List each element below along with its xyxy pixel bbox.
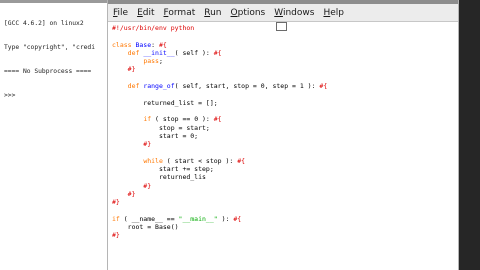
text-cursor-box xyxy=(276,22,287,31)
code-token: #{ xyxy=(319,82,328,91)
code-line: #} xyxy=(112,190,458,198)
code-line: def range_of( self, start, stop = 0, ste… xyxy=(112,82,458,90)
code-token: #{ xyxy=(158,40,167,49)
code-token: #} xyxy=(112,189,136,198)
code-line: #} xyxy=(112,198,458,206)
code-token: class xyxy=(112,40,136,49)
code-token: == 0 ): xyxy=(182,115,214,124)
code-line: if ( __name__ == "__main__" ): #{ xyxy=(112,215,458,223)
code-token: if xyxy=(143,115,152,124)
menu-format[interactable]: Format xyxy=(163,7,197,19)
shell-line: [GCC 4.6.2] on linux2 xyxy=(4,20,84,27)
code-line: if ( stop == 0 ): #{ xyxy=(112,115,458,123)
code-token: Base xyxy=(135,40,152,49)
menu-label: ile xyxy=(117,7,129,18)
code-token: ): xyxy=(217,214,234,223)
menu-label: ormat xyxy=(168,7,196,18)
code-token: #} xyxy=(112,65,136,74)
code-line: pass; xyxy=(112,57,458,65)
code-line: def __init__( self ): #{ xyxy=(112,49,458,57)
shell-line: Type "copyright", "credi xyxy=(4,44,95,51)
code-token: start += step; xyxy=(112,165,214,174)
code-token: root = Base() xyxy=(112,223,179,232)
code-token: returned_list = []; xyxy=(112,98,218,107)
menu-windows[interactable]: Windows xyxy=(273,7,315,19)
code-token: ; xyxy=(158,57,163,66)
code-token: #{ xyxy=(237,156,246,165)
menu-bar: File Edit Format Run Options Windows Help xyxy=(108,4,458,22)
menu-mnemonic: W xyxy=(274,7,283,18)
menu-file[interactable]: File xyxy=(112,7,129,19)
code-token: start = 0; xyxy=(112,131,199,140)
code-line: start += step; xyxy=(112,165,458,173)
code-token: #} xyxy=(112,198,120,207)
code-token: __init__ xyxy=(143,48,175,57)
code-line: while ( start < stop ): #{ xyxy=(112,157,458,165)
menu-mnemonic: O xyxy=(230,7,238,18)
menu-options[interactable]: Options xyxy=(230,7,267,19)
idle-editor-window: File Edit Format Run Options Windows Help #!/u… xyxy=(107,0,459,270)
code-token: #} xyxy=(112,231,120,240)
code-line: returned_lis xyxy=(112,173,458,181)
code-line: root = Base() xyxy=(112,223,458,231)
code-line: #} xyxy=(112,182,458,190)
code-token: def xyxy=(127,48,144,57)
code-token: ( stop xyxy=(151,115,183,124)
code-token: returned_lis xyxy=(112,173,206,182)
code-line: #} xyxy=(112,140,458,148)
code-token: : xyxy=(151,40,159,49)
code-token: ( __name__ == xyxy=(119,214,179,223)
shell-line: ==== No Subprocess ==== xyxy=(4,68,92,75)
desktop-background-strip xyxy=(458,0,480,270)
code-line: #} xyxy=(112,231,458,239)
menu-label: un xyxy=(210,7,222,18)
shell-output[interactable]: [GCC 4.6.2] on linux2 Type "copyright", … xyxy=(0,3,112,116)
menu-label: ptions xyxy=(237,7,266,18)
code-token: ( self ): xyxy=(174,48,214,57)
menu-label: elp xyxy=(330,7,344,18)
code-token: def xyxy=(127,82,144,91)
code-token: ( start < stop ): xyxy=(162,156,238,165)
code-token: range_of xyxy=(143,82,175,91)
code-line: returned_list = []; xyxy=(112,99,458,107)
code-token: while xyxy=(143,156,163,165)
menu-run[interactable]: Run xyxy=(203,7,222,19)
code-token: if xyxy=(112,214,120,223)
code-line: class Base: #{ xyxy=(112,41,458,49)
code-token: #} xyxy=(112,181,152,190)
menu-edit[interactable]: Edit xyxy=(136,7,155,19)
code-token: #} xyxy=(112,140,152,149)
code-line: start = 0; xyxy=(112,132,458,140)
code-token: "__main__" xyxy=(178,214,218,223)
code-token: pass xyxy=(143,57,159,66)
code-line: stop = start; xyxy=(112,124,458,132)
menu-label: indows xyxy=(282,7,315,18)
code-editor[interactable]: #!/usr/bin/env python class Base: #{ def… xyxy=(108,22,458,270)
shell-prompt: >>> xyxy=(4,92,16,99)
code-token: stop = start; xyxy=(112,123,210,132)
python-shell-window: [GCC 4.6.2] on linux2 Type "copyright", … xyxy=(0,0,113,270)
code-token: #!/usr/bin/env python xyxy=(112,24,195,32)
code-token: #{ xyxy=(213,48,222,57)
code-token: #{ xyxy=(233,214,242,223)
code-line: #} xyxy=(112,65,458,73)
code-token: ( self, start, stop = 0, step = 1 ): xyxy=(174,82,320,91)
menu-help[interactable]: Help xyxy=(322,7,345,19)
menu-label: dit xyxy=(142,7,155,18)
code-token: #{ xyxy=(213,115,222,124)
